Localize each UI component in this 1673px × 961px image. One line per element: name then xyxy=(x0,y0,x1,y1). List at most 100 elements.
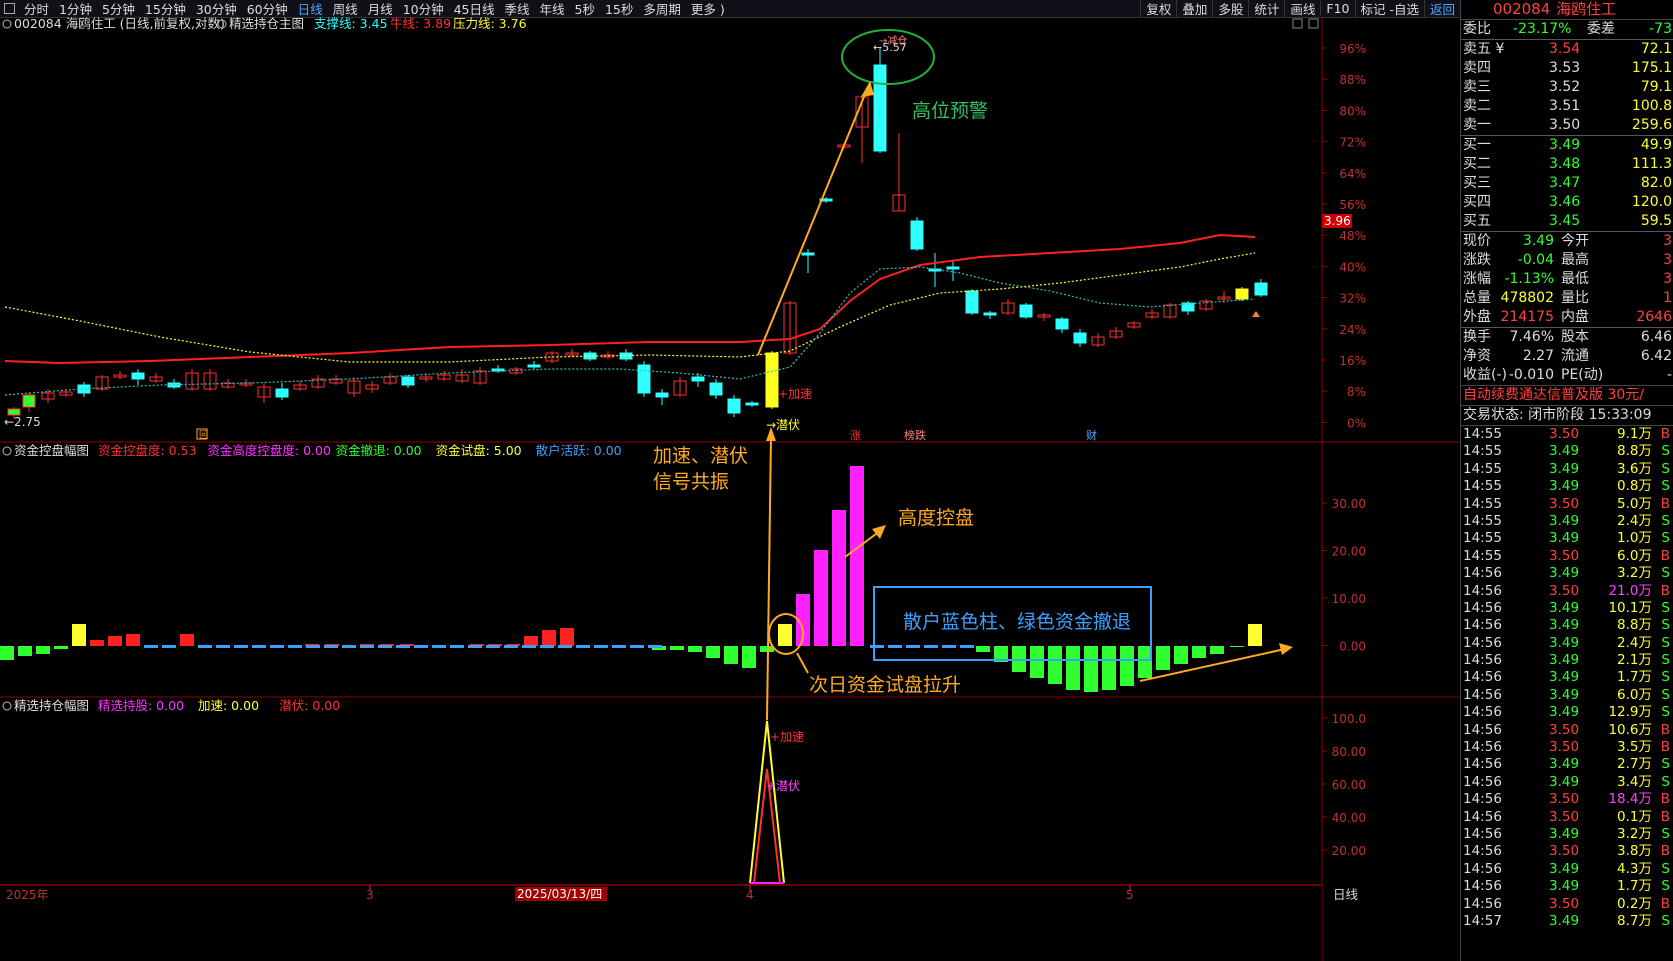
pane2-bar xyxy=(542,630,556,646)
pressure-line-label: 压力线: 3.76 xyxy=(453,17,527,31)
pane3-y-tick-label: 60.00 xyxy=(1332,778,1366,792)
cow-line xyxy=(4,233,1256,365)
toolbar-btn-6[interactable]: 标记 -自选 xyxy=(1354,0,1424,17)
pane2-bar xyxy=(976,646,990,652)
tick-list[interactable]: 14:55 3.50 9.1万 B 14:55 3.49 8.8万 S 14:55 3.49 3.6… xyxy=(1461,426,1673,930)
menu-square-icon[interactable] xyxy=(4,3,15,14)
tick-time: 14:56 xyxy=(1463,652,1502,669)
tick-volume: 2.1万 xyxy=(1617,652,1652,669)
sell-label: 卖二 xyxy=(1463,98,1491,114)
sell-volume: 79.1 xyxy=(1640,79,1672,95)
period-tab-3[interactable]: 15分钟 xyxy=(140,0,191,17)
buy-price: 3.48 xyxy=(1549,156,1581,172)
toolbar-btn-1[interactable]: 叠加 xyxy=(1176,0,1212,17)
pane2-bar xyxy=(1210,646,1224,654)
period-tab-11[interactable]: 季线 xyxy=(500,0,535,17)
pane2-bar xyxy=(0,646,14,660)
retreat-arrow-head xyxy=(1279,643,1293,655)
period-tab-4[interactable]: 30分钟 xyxy=(191,0,242,17)
toolbar-btn-3[interactable]: 统计 xyxy=(1248,0,1284,17)
tick-volume: 8.8万 xyxy=(1617,443,1652,460)
pane2-bar xyxy=(126,634,140,646)
candle-body xyxy=(691,376,705,382)
toolbar-btn-4[interactable]: 画线 xyxy=(1284,0,1320,17)
sell-level-3: 卖三 3.52 79.1 xyxy=(1461,78,1673,97)
period-tab-7[interactable]: 周线 xyxy=(328,0,363,17)
pane2-bar xyxy=(1084,646,1098,692)
period-tab-0[interactable]: 分时 xyxy=(19,0,54,17)
toolbar-btn-5[interactable]: F10 xyxy=(1320,1,1354,16)
candle-body xyxy=(1235,288,1249,300)
period-tab-9[interactable]: 10分钟 xyxy=(398,0,449,17)
pane2-retail-bar xyxy=(468,645,482,648)
stat-row-3: 总量 478802 量比 1 xyxy=(1461,289,1673,308)
period-tab-8[interactable]: 月线 xyxy=(363,0,398,17)
period-tab-2[interactable]: 5分钟 xyxy=(97,0,140,17)
period-tab-12[interactable]: 年线 xyxy=(535,0,570,17)
period-tab-16[interactable]: 更多 ) xyxy=(686,0,730,17)
kline-chart-area[interactable]: 002084 海鸥住工 (日线,前复权,对数) 精选持仓主图 支撑线: 3.45 牛线… xyxy=(0,17,1460,961)
stat-value: -1.13% xyxy=(1504,271,1554,287)
pane2-legend-item: 资金试盘: 5.00 xyxy=(436,443,522,458)
toolbar-btn-7[interactable]: 返回 xyxy=(1423,0,1460,17)
period-tab-10[interactable]: 45日线 xyxy=(449,0,500,17)
tick-side: S xyxy=(1661,443,1670,460)
tick-time: 14:56 xyxy=(1463,825,1502,842)
tick-row: 14:56 3.50 3.8万 B xyxy=(1461,843,1673,860)
period-tab-6[interactable]: 日线 xyxy=(293,0,328,17)
tick-time: 14:56 xyxy=(1463,878,1502,895)
toolbar-btn-0[interactable]: 复权 xyxy=(1140,0,1176,17)
candle-body xyxy=(727,398,741,414)
candle-body xyxy=(1254,282,1268,296)
tick-side: S xyxy=(1661,773,1670,790)
tick-row: 14:56 3.50 10.6万 B xyxy=(1461,722,1673,739)
period-tab-5[interactable]: 60分钟 xyxy=(242,0,293,17)
tick-side: S xyxy=(1661,478,1670,495)
tick-side: B xyxy=(1660,791,1670,808)
pane2-bar xyxy=(1048,646,1062,684)
pane2-retail-bar xyxy=(612,645,626,648)
pane2-bar xyxy=(670,646,684,650)
resonance-text-1: 加速、潜伏 xyxy=(653,445,748,467)
quote-panel: 002084 海鸥住工 委比 -23.17% 委差 -73 卖五 ¥ 3.54 72.… xyxy=(1460,0,1673,961)
pane2-bar xyxy=(524,636,538,646)
tick-time: 14:56 xyxy=(1463,565,1502,582)
stat-label: 外盘 xyxy=(1463,309,1491,325)
buy-label: 买一 xyxy=(1463,137,1491,153)
toolbar-btn-2[interactable]: 多股 xyxy=(1212,0,1248,17)
stat2-row-1: 净资 2.27 流通 6.42 xyxy=(1461,347,1673,366)
y-tick-label: 48% xyxy=(1339,229,1366,243)
notice-banner[interactable]: 自动续费通达信普及版 30元/ xyxy=(1461,385,1673,405)
pane2-retail-bar xyxy=(216,645,230,648)
tick-time: 14:55 xyxy=(1463,547,1502,564)
tick-side: B xyxy=(1660,808,1670,825)
pane2-legend-item: 散户活跃: 0.00 xyxy=(536,443,622,458)
tick-time: 14:55 xyxy=(1463,478,1502,495)
stats-block: 现价 3.49 今开 3 涨跌 -0.04 最高 3 涨幅 -1.13% 最低 3 总量 478802 量比… xyxy=(1461,231,1673,327)
tick-row: 14:56 3.50 0.1万 B xyxy=(1461,809,1673,826)
buy-level-3: 买三 3.47 82.0 xyxy=(1461,174,1673,193)
support-line-label: 支撑线: 3.45 xyxy=(314,17,388,31)
pane2-retail-bar xyxy=(942,645,956,648)
jiasu-peak-line xyxy=(749,720,785,884)
stat2-value: 2.27 xyxy=(1522,348,1554,364)
maximize-icon xyxy=(1292,18,1303,29)
pane2-bar xyxy=(814,550,828,646)
stock-title[interactable]: 002084 海鸥住工 xyxy=(1461,0,1673,20)
main-header-stock: 002084 海鸥住工 (日线,前复权,对数) xyxy=(14,17,225,31)
stat-value: 214175 xyxy=(1500,309,1554,325)
period-tab-1[interactable]: 1分钟 xyxy=(54,0,97,17)
stat-label: 涨跌 xyxy=(1463,252,1491,268)
period-tab-14[interactable]: 15秒 xyxy=(600,0,638,17)
period-tab-15[interactable]: 多周期 xyxy=(638,0,686,17)
pane2-retail-bar xyxy=(630,645,644,648)
tick-row: 14:55 3.49 2.4万 S xyxy=(1461,513,1673,530)
time-label: 5 xyxy=(1126,888,1134,902)
buy-price: 3.46 xyxy=(1549,194,1581,210)
stat-label: 涨幅 xyxy=(1463,271,1491,287)
stat-value: -0.04 xyxy=(1517,252,1554,268)
tag-bangdie: 榜跌 xyxy=(904,428,926,442)
period-tab-13[interactable]: 5秒 xyxy=(570,0,600,17)
pane2-retail-bar xyxy=(162,645,176,648)
tick-price: 3.50 xyxy=(1549,739,1580,756)
